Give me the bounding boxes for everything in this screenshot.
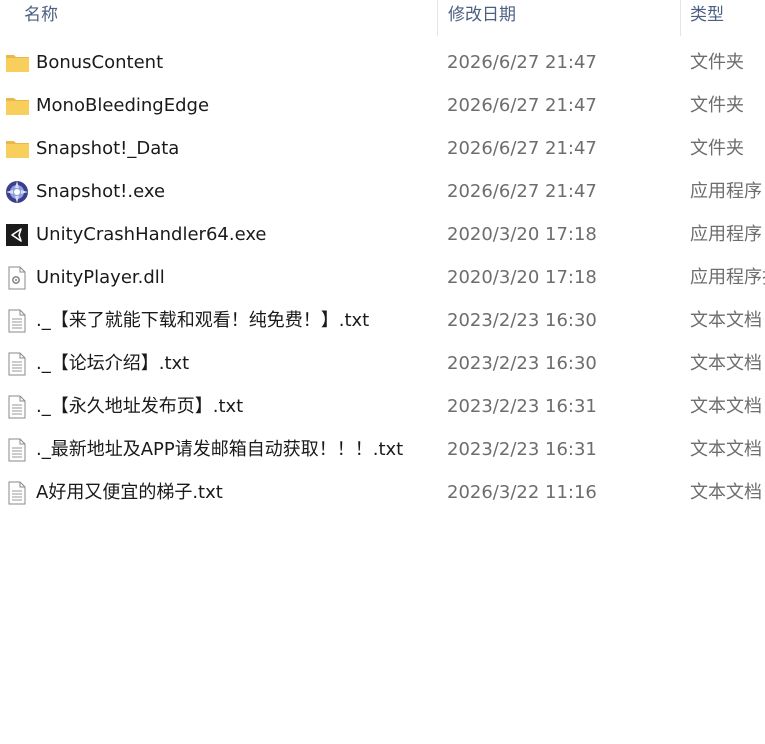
file-name: MonoBleedingEdge	[36, 95, 210, 116]
file-type: 文本文档	[690, 396, 762, 417]
snapshot-app-icon	[5, 180, 31, 204]
file-date: 2023/2/23 16:30	[447, 353, 597, 374]
file-date: 2023/2/23 16:31	[447, 439, 597, 460]
text-file-icon	[5, 438, 31, 462]
file-row[interactable]: ._【来了就能下载和观看！纯免费！】.txt 2023/2/23 16:30 文…	[0, 299, 765, 342]
file-type: 应用程序扩	[690, 267, 765, 288]
column-header-bar: ⌃ 名称 修改日期 类型	[0, 0, 765, 36]
file-name: UnityCrashHandler64.exe	[36, 224, 267, 245]
file-list: BonusContent 2026/6/27 21:47 文件夹 MonoBle…	[0, 41, 765, 514]
file-explorer: ⌃ 名称 修改日期 类型 BonusContent 2026/6/27 21:4…	[0, 0, 765, 744]
folder-icon	[5, 51, 31, 75]
file-name: BonusContent	[36, 52, 164, 73]
folder-icon	[5, 94, 31, 118]
unity-icon	[5, 223, 31, 247]
file-row[interactable]: UnityPlayer.dll 2020/3/20 17:18 应用程序扩	[0, 256, 765, 299]
text-file-icon	[5, 481, 31, 505]
file-name: ._【论坛介绍】.txt	[36, 353, 190, 374]
file-date: 2023/2/23 16:31	[447, 396, 597, 417]
file-date: 2026/6/27 21:47	[447, 52, 597, 73]
file-type: 文本文档	[690, 482, 762, 503]
file-name: A好用又便宜的梯子.txt	[36, 482, 223, 503]
column-header-name[interactable]: 名称	[24, 0, 424, 36]
file-type: 文本文档	[690, 310, 762, 331]
file-name: ._【来了就能下载和观看！纯免费！】.txt	[36, 310, 370, 331]
file-type: 文件夹	[690, 95, 744, 116]
text-file-icon	[5, 352, 31, 376]
file-date: 2026/6/27 21:47	[447, 95, 597, 116]
file-date: 2020/3/20 17:18	[447, 224, 597, 245]
dll-file-icon	[5, 266, 31, 290]
file-type: 文本文档	[690, 439, 762, 460]
file-name: UnityPlayer.dll	[36, 267, 165, 288]
text-file-icon	[5, 309, 31, 333]
file-date: 2023/2/23 16:30	[447, 310, 597, 331]
file-date: 2026/6/27 21:47	[447, 181, 597, 202]
file-type: 应用程序	[690, 224, 762, 245]
column-header-date[interactable]: 修改日期	[448, 0, 668, 36]
file-row[interactable]: A好用又便宜的梯子.txt 2026/3/22 11:16 文本文档	[0, 471, 765, 514]
file-row[interactable]: Snapshot!_Data 2026/6/27 21:47 文件夹	[0, 127, 765, 170]
file-date: 2026/6/27 21:47	[447, 138, 597, 159]
file-row[interactable]: Snapshot!.exe 2026/6/27 21:47 应用程序	[0, 170, 765, 213]
text-file-icon	[5, 395, 31, 419]
file-row[interactable]: MonoBleedingEdge 2026/6/27 21:47 文件夹	[0, 84, 765, 127]
file-name: ._最新地址及APP请发邮箱自动获取！！！.txt	[36, 439, 404, 460]
column-divider[interactable]	[437, 0, 438, 36]
file-row[interactable]: ._【论坛介绍】.txt 2023/2/23 16:30 文本文档	[0, 342, 765, 385]
file-name: Snapshot!.exe	[36, 181, 166, 202]
file-name: Snapshot!_Data	[36, 138, 180, 159]
file-row[interactable]: ._最新地址及APP请发邮箱自动获取！！！.txt 2023/2/23 16:3…	[0, 428, 765, 471]
file-type: 文件夹	[690, 52, 744, 73]
file-type: 文件夹	[690, 138, 744, 159]
file-row[interactable]: UnityCrashHandler64.exe 2020/3/20 17:18 …	[0, 213, 765, 256]
file-type: 文本文档	[690, 353, 762, 374]
file-name: ._【永久地址发布页】.txt	[36, 396, 244, 417]
file-row[interactable]: BonusContent 2026/6/27 21:47 文件夹	[0, 41, 765, 84]
file-date: 2020/3/20 17:18	[447, 267, 597, 288]
file-date: 2026/3/22 11:16	[447, 482, 597, 503]
file-row[interactable]: ._【永久地址发布页】.txt 2023/2/23 16:31 文本文档	[0, 385, 765, 428]
column-divider[interactable]	[680, 0, 681, 36]
file-type: 应用程序	[690, 181, 762, 202]
folder-icon	[5, 137, 31, 161]
column-header-type[interactable]: 类型	[690, 0, 765, 36]
